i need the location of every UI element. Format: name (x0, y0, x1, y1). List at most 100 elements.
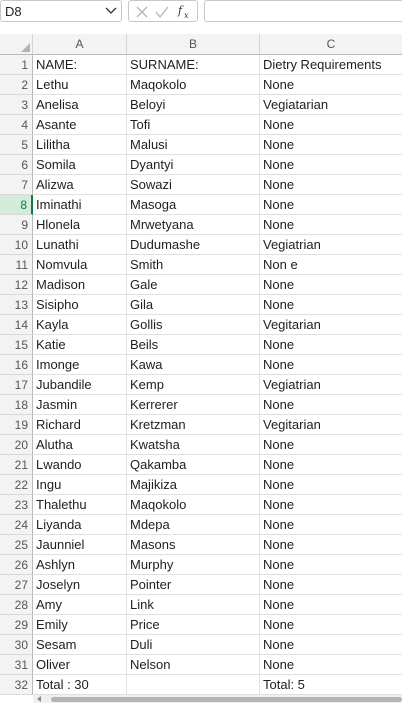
cell-c[interactable]: None (260, 275, 402, 295)
cell-b[interactable]: Gila (127, 295, 260, 315)
cell-a[interactable]: Madison (33, 275, 127, 295)
cell-c[interactable]: Non e (260, 255, 402, 275)
cell-c[interactable]: None (260, 435, 402, 455)
row-header[interactable]: 2 (0, 75, 33, 95)
cell-c[interactable]: None (260, 175, 402, 195)
cell-c[interactable]: None (260, 635, 402, 655)
cell-b[interactable]: Pointer (127, 575, 260, 595)
cell-b[interactable]: Duli (127, 635, 260, 655)
cell-a[interactable]: Lunathi (33, 235, 127, 255)
cell-b[interactable]: Mdepa (127, 515, 260, 535)
row-header[interactable]: 25 (0, 535, 33, 555)
row-header[interactable]: 6 (0, 155, 33, 175)
fx-icon[interactable]: f x (176, 3, 194, 21)
cell-a[interactable]: Alutha (33, 435, 127, 455)
row-header[interactable]: 9 (0, 215, 33, 235)
cell-a[interactable]: Emily (33, 615, 127, 635)
cell-c[interactable]: Vegitarian (260, 315, 402, 335)
cell-c[interactable]: None (260, 655, 402, 675)
cell-b[interactable]: Gale (127, 275, 260, 295)
cell-c[interactable]: None (260, 355, 402, 375)
scrollbar-thumb[interactable] (51, 697, 402, 702)
cell-c[interactable]: Vegitarian (260, 415, 402, 435)
cell-a[interactable]: Oliver (33, 655, 127, 675)
cell-b[interactable]: Malusi (127, 135, 260, 155)
row-header[interactable]: 15 (0, 335, 33, 355)
row-header[interactable]: 32 (0, 675, 33, 695)
name-box[interactable]: D8 (0, 0, 122, 22)
check-icon[interactable] (153, 3, 171, 21)
row-header[interactable]: 28 (0, 595, 33, 615)
cell-a[interactable]: Jubandile (33, 375, 127, 395)
cell-b[interactable]: Price (127, 615, 260, 635)
cell-a[interactable]: Nomvula (33, 255, 127, 275)
column-header-b[interactable]: B (127, 34, 260, 55)
cell-a[interactable]: Sesam (33, 635, 127, 655)
cell-c[interactable]: None (260, 615, 402, 635)
cell-c[interactable]: None (260, 535, 402, 555)
row-header[interactable]: 23 (0, 495, 33, 515)
cell-c[interactable]: None (260, 155, 402, 175)
cell-b[interactable]: Beloyi (127, 95, 260, 115)
cell-a[interactable]: Liyanda (33, 515, 127, 535)
cell-b[interactable]: Murphy (127, 555, 260, 575)
cell-a[interactable]: Anelisa (33, 95, 127, 115)
row-header[interactable]: 19 (0, 415, 33, 435)
cell-a[interactable]: Lethu (33, 75, 127, 95)
cell-b[interactable]: Kretzman (127, 415, 260, 435)
row-header[interactable]: 10 (0, 235, 33, 255)
cell-a[interactable]: Ingu (33, 475, 127, 495)
cell-a[interactable]: Lilitha (33, 135, 127, 155)
cell-a[interactable]: Asante (33, 115, 127, 135)
row-header[interactable]: 5 (0, 135, 33, 155)
cell-c[interactable]: Vegiatrian (260, 375, 402, 395)
cell-b[interactable]: Kawa (127, 355, 260, 375)
cell-a[interactable]: Sisipho (33, 295, 127, 315)
cell-c[interactable]: None (260, 495, 402, 515)
cell-a[interactable]: Lwando (33, 455, 127, 475)
column-header-a[interactable]: A (33, 34, 127, 55)
cell-b[interactable] (127, 675, 260, 695)
cell-a[interactable]: Iminathi (33, 195, 127, 215)
cell-a[interactable]: Amy (33, 595, 127, 615)
cell-c[interactable]: None (260, 575, 402, 595)
cell-b[interactable]: Link (127, 595, 260, 615)
row-header[interactable]: 7 (0, 175, 33, 195)
cell-a[interactable]: Jasmin (33, 395, 127, 415)
cell-b[interactable]: Smith (127, 255, 260, 275)
row-header[interactable]: 14 (0, 315, 33, 335)
cell-b[interactable]: Kwatsha (127, 435, 260, 455)
horizontal-scrollbar[interactable] (33, 695, 402, 703)
cell-a[interactable]: Richard (33, 415, 127, 435)
cell-b[interactable]: Kemp (127, 375, 260, 395)
cell-a[interactable]: NAME: (33, 55, 127, 75)
close-icon[interactable] (133, 3, 151, 21)
formula-input[interactable] (204, 0, 402, 22)
row-header[interactable]: 29 (0, 615, 33, 635)
cell-a[interactable]: Jaunniel (33, 535, 127, 555)
cell-c[interactable]: None (260, 455, 402, 475)
row-header[interactable]: 17 (0, 375, 33, 395)
cell-b[interactable]: Masons (127, 535, 260, 555)
row-header[interactable]: 12 (0, 275, 33, 295)
row-header[interactable]: 18 (0, 395, 33, 415)
cell-c[interactable]: None (260, 215, 402, 235)
cell-a[interactable]: Hlonela (33, 215, 127, 235)
cell-a[interactable]: Imonge (33, 355, 127, 375)
cell-a[interactable]: Katie (33, 335, 127, 355)
cell-c[interactable]: None (260, 335, 402, 355)
column-header-c[interactable]: C (260, 34, 402, 55)
row-header[interactable]: 4 (0, 115, 33, 135)
chevron-down-icon[interactable] (103, 2, 119, 20)
cell-c[interactable]: None (260, 555, 402, 575)
row-header[interactable]: 31 (0, 655, 33, 675)
cell-c[interactable]: None (260, 135, 402, 155)
row-header[interactable]: 3 (0, 95, 33, 115)
cell-b[interactable]: Dyantyi (127, 155, 260, 175)
cell-a[interactable]: Joselyn (33, 575, 127, 595)
cell-b[interactable]: Kerrerer (127, 395, 260, 415)
cell-c[interactable]: Vegiatrian (260, 235, 402, 255)
cell-b[interactable]: SURNAME: (127, 55, 260, 75)
cell-b[interactable]: Gollis (127, 315, 260, 335)
cell-a[interactable]: Somila (33, 155, 127, 175)
